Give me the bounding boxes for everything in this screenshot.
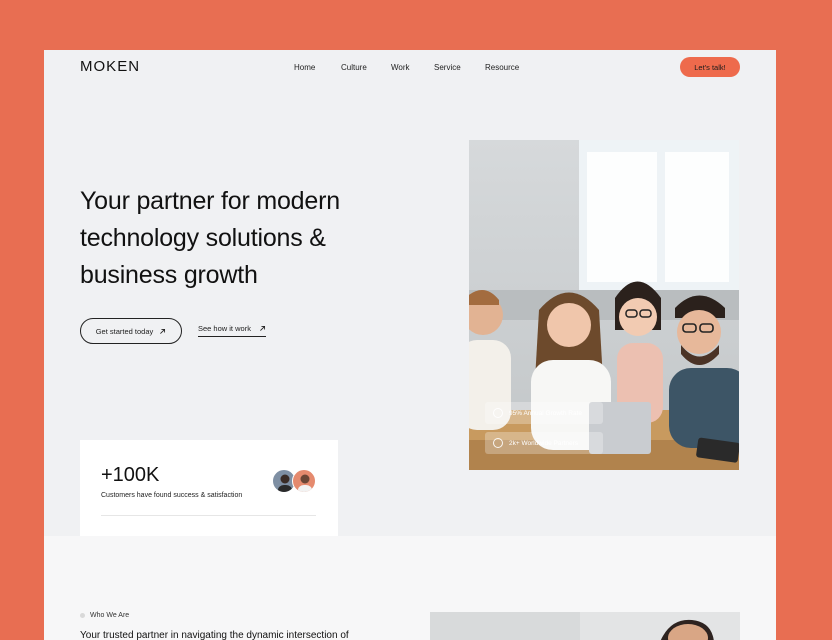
about-heading: Your trusted partner in navigating the d… <box>80 630 349 640</box>
nav-link-work[interactable]: Work <box>391 63 434 72</box>
arrow-up-right-icon <box>260 325 265 331</box>
headline-line-3: business growth <box>80 261 258 289</box>
section-tag: Who We Are <box>80 612 129 619</box>
about-photo <box>430 612 740 640</box>
about-photo-illustration <box>430 612 740 640</box>
see-how-it-works-link[interactable]: See how it work <box>198 324 266 337</box>
get-started-label: Get started today <box>95 326 154 336</box>
growth-badge: 95% Annual Growth Rate <box>485 402 603 424</box>
partners-badge: 2k+ Worldwide Partners <box>485 432 603 454</box>
section-tag-label: Who We Are <box>90 612 130 619</box>
hero-headline: Your partner for modern technology solut… <box>80 183 410 294</box>
avatar <box>292 469 316 493</box>
lets-talk-button[interactable]: Let's talk! <box>680 57 740 77</box>
headline-line-1: Your partner for modern <box>80 187 340 215</box>
stat-card: +100K Customers have found success & sat… <box>80 440 338 540</box>
divider <box>101 515 316 516</box>
partners-badge-label: 2k+ Worldwide Partners <box>509 439 579 447</box>
logo-part-3: EN <box>117 58 141 75</box>
landing-page: MOKEN Home Culture Work Service Resource… <box>44 50 776 640</box>
nav-link-home[interactable]: Home <box>294 63 341 72</box>
team-photo: 95% Annual Growth Rate 2k+ Worldwide Par… <box>469 140 739 470</box>
nav-link-culture[interactable]: Culture <box>341 63 391 72</box>
nav-link-service[interactable]: Service <box>434 63 485 72</box>
about-section: Who We Are Your trusted partner in navig… <box>44 536 776 640</box>
stat-value: +100K <box>101 464 160 486</box>
top-nav: MOKEN Home Culture Work Service Resource… <box>44 50 776 86</box>
logo-part-1: MO <box>80 58 107 75</box>
globe-icon <box>493 438 503 448</box>
main-menu: Home Culture Work Service Resource <box>294 63 519 72</box>
logo-part-2: K <box>106 58 118 75</box>
logo[interactable]: MOKEN <box>80 58 140 75</box>
stat-caption: Customers have found success & satisfact… <box>101 492 243 499</box>
arrow-up-right-icon <box>160 328 166 334</box>
headline-line-2: technology solutions & <box>80 224 326 252</box>
nav-link-resource[interactable]: Resource <box>485 63 519 72</box>
tag-dot-icon <box>80 613 85 618</box>
growth-icon <box>493 408 503 418</box>
see-how-label: See how it work <box>198 324 251 333</box>
growth-badge-label: 95% Annual Growth Rate <box>509 409 582 417</box>
get-started-button[interactable]: Get started today <box>80 318 182 344</box>
